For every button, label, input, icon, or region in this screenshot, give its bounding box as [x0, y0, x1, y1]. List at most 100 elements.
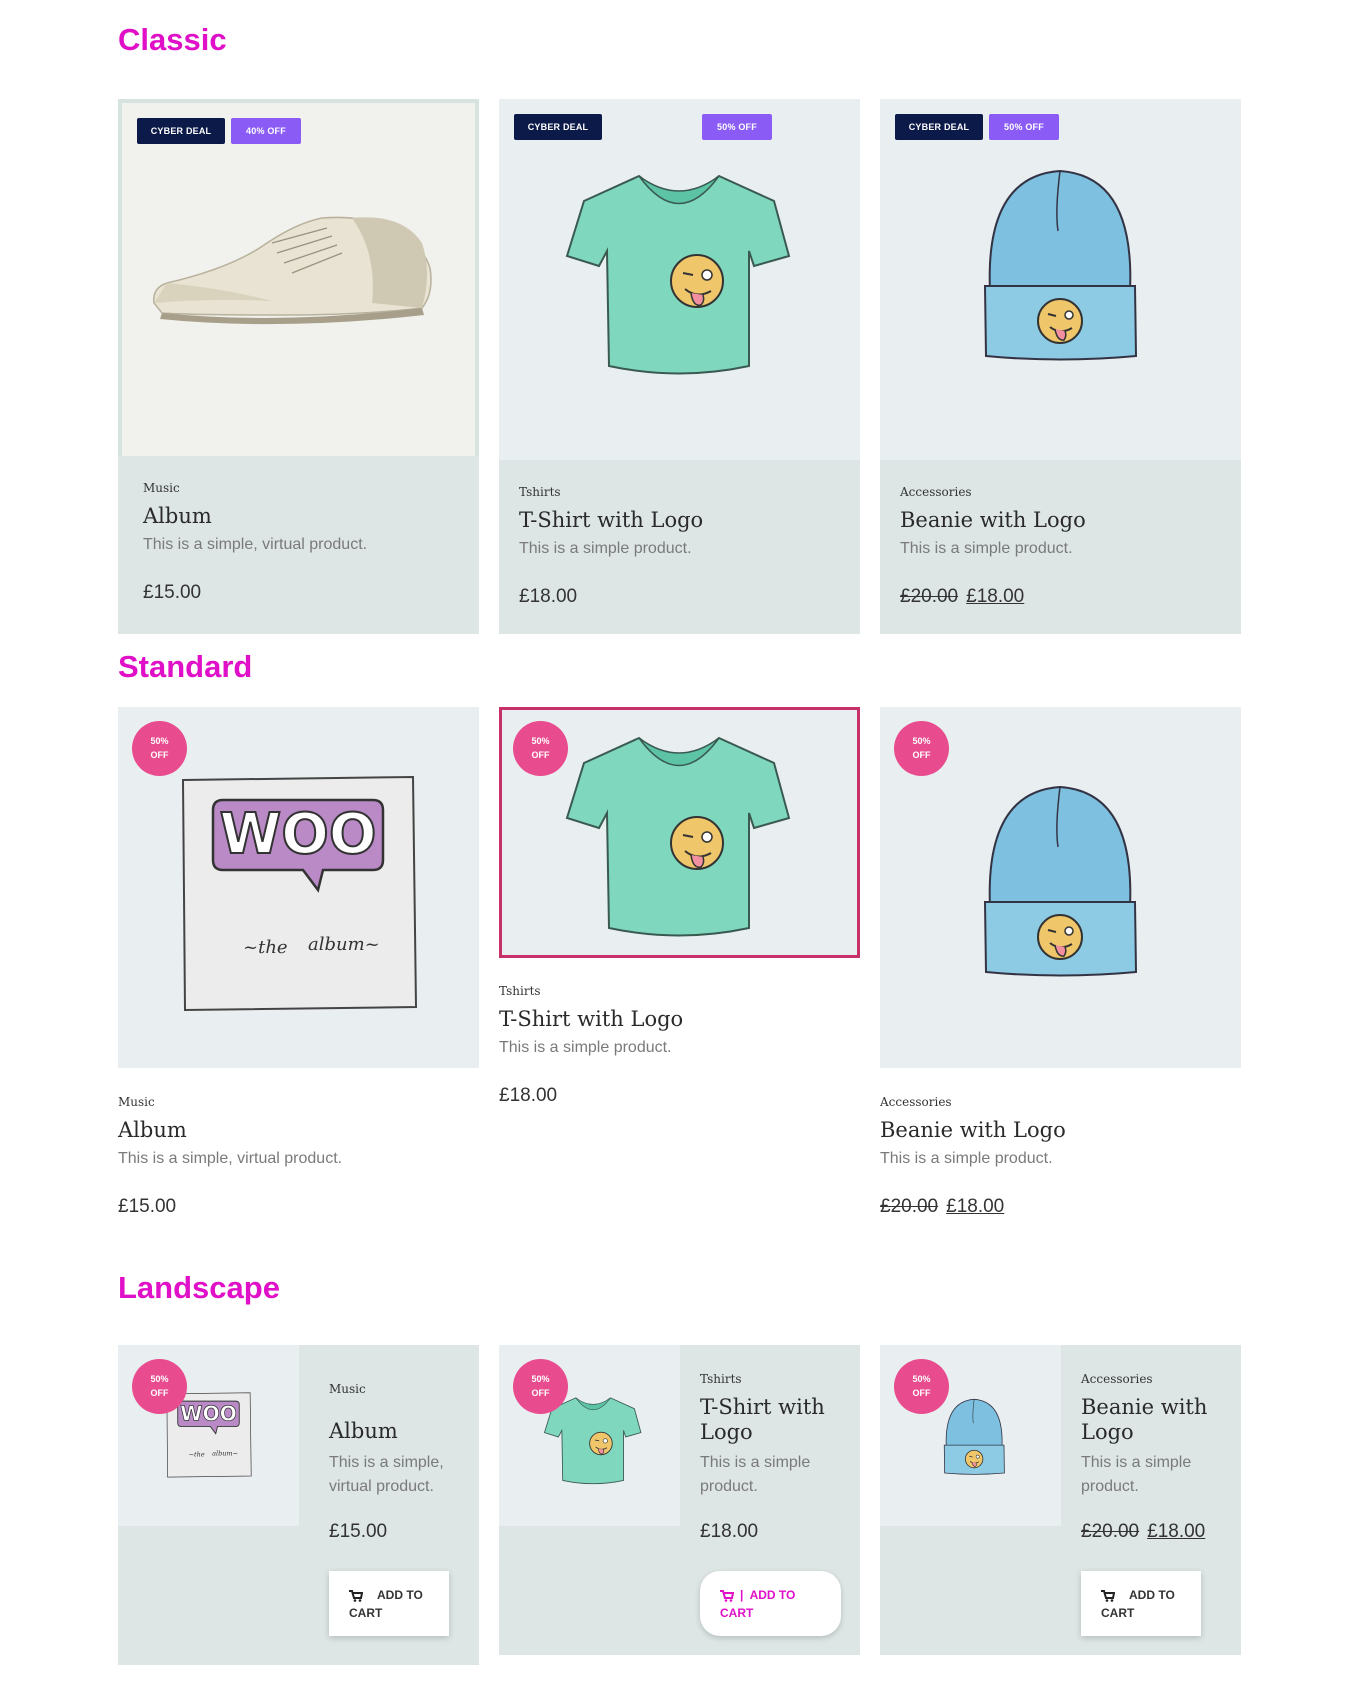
product-title[interactable]: Beanie with Logo — [900, 508, 1086, 532]
product-title-line: T-Shirt with — [700, 1395, 825, 1419]
product-title-line: Logo — [1081, 1420, 1134, 1444]
product-card-beanie[interactable]: 50% OFF Accessories Beanie with Logo This … — [880, 1345, 1241, 1655]
product-category: Music — [143, 481, 180, 495]
product-card-tshirt[interactable]: 50% OFF Tshirts T-Shirt with Logo This is … — [499, 1345, 860, 1655]
product-image-beanie[interactable] — [880, 99, 1241, 460]
product-title[interactable]: Album — [118, 1118, 187, 1142]
product-image-shoe[interactable] — [118, 99, 479, 460]
sale-badge: 50% OFF — [132, 721, 187, 776]
price-old: £20.00 — [900, 586, 959, 607]
price-sale: £18.00 — [946, 1196, 1005, 1217]
product-info: Accessories Beanie with Logo This is a s… — [880, 460, 1241, 634]
product-price: £20.00 £18.00 — [1081, 1521, 1205, 1543]
product-price: £18.00 — [519, 586, 578, 607]
product-title[interactable]: Beanie with Logo — [1081, 1395, 1207, 1445]
product-category: Accessories — [900, 485, 972, 499]
product-info: Music Album This is a simple, virtual pr… — [118, 456, 479, 634]
sale-badge-pct: 50% — [912, 735, 931, 746]
product-description: This is a simple, virtual product. — [143, 536, 368, 553]
product-category: Tshirts — [700, 1372, 742, 1386]
cart-icon — [1101, 1589, 1115, 1602]
tshirt-icon — [566, 175, 790, 375]
sale-badge: 50% OFF — [513, 721, 568, 776]
price-old: £20.00 — [880, 1196, 939, 1217]
cyber-deal-badge: CYBER DEAL — [514, 114, 602, 140]
discount-badge: 50% OFF — [702, 114, 772, 140]
product-description-line: product. — [700, 1478, 758, 1495]
price-sale: £18.00 — [1147, 1521, 1206, 1542]
add-to-cart-label: ADD TO — [1129, 1588, 1175, 1602]
product-description: This is a simple product. — [499, 1039, 672, 1056]
sale-badge-pct: 50% — [150, 1373, 169, 1384]
product-description: This is a simple, virtual product. — [329, 1451, 444, 1499]
add-to-cart-button[interactable]: ADD TO CART — [329, 1571, 449, 1636]
product-title[interactable]: Album — [329, 1419, 398, 1443]
product-title[interactable]: Album — [143, 504, 212, 528]
product-title[interactable]: T-Shirt with Logo — [700, 1395, 825, 1445]
shoe-image — [153, 216, 432, 325]
product-card-beanie[interactable]: 50% OFF Accessories Beanie with Logo This… — [880, 707, 1241, 1227]
product-title[interactable]: T-Shirt with Logo — [519, 508, 703, 532]
sale-badge-off: OFF — [912, 1387, 931, 1398]
product-title-line: Logo — [700, 1420, 753, 1444]
section-title-classic: Classic — [118, 22, 227, 57]
product-card-album[interactable]: 50% OFF Music Album This is a simple, vir… — [118, 707, 479, 1227]
product-category: Accessories — [880, 1095, 952, 1109]
cart-icon — [720, 1589, 734, 1602]
product-description: This is a simple product. — [880, 1150, 1053, 1167]
product-description-line: This is a simple — [1081, 1454, 1192, 1471]
product-category: Tshirts — [519, 485, 561, 499]
product-description: This is a simple, virtual product. — [118, 1150, 343, 1167]
product-description: This is a simple product. — [900, 540, 1073, 557]
add-to-cart-label: ADD TO — [377, 1588, 423, 1602]
product-category: Music — [118, 1095, 155, 1109]
product-price: £15.00 — [143, 582, 202, 603]
sale-badge-off: OFF — [531, 1387, 550, 1398]
product-info: Tshirts T-Shirt with Logo This is a simp… — [499, 460, 860, 634]
cyber-deal-badge: CYBER DEAL — [895, 114, 983, 140]
product-description-line: product. — [1081, 1478, 1139, 1495]
product-category: Tshirts — [499, 984, 541, 998]
product-image-tshirt[interactable] — [499, 99, 860, 460]
add-to-cart-label: | ADD TO — [740, 1588, 796, 1602]
price-sale: £18.00 — [966, 586, 1025, 607]
product-description-line: This is a simple, — [329, 1454, 444, 1471]
sale-badge-pct: 50% — [912, 1373, 931, 1384]
product-description: This is a simple product. — [700, 1451, 810, 1499]
product-price: £15.00 — [329, 1521, 388, 1542]
product-card-tshirt[interactable]: CYBER DEAL 50% OFF Tshirts T-Shirt with … — [499, 99, 860, 634]
sale-badge: 50% OFF — [513, 1359, 568, 1414]
product-card-album[interactable]: 50% OFF Music Album This is a simple, virt… — [118, 1345, 479, 1665]
add-to-cart-label: CART — [1101, 1606, 1135, 1620]
sale-badge-pct: 50% — [531, 1373, 550, 1384]
sale-badge: 50% OFF — [132, 1359, 187, 1414]
section-title-standard: Standard — [118, 649, 253, 684]
product-price: £15.00 — [118, 1196, 177, 1217]
discount-badge: 50% OFF — [989, 114, 1059, 140]
product-category: Music — [329, 1382, 366, 1396]
sale-badge-off: OFF — [150, 1387, 169, 1398]
product-title[interactable]: T-Shirt with Logo — [499, 1007, 683, 1031]
product-description: This is a simple product. — [1081, 1451, 1191, 1499]
section-title-landscape: Landscape — [118, 1270, 280, 1305]
sale-badge: 50% OFF — [894, 721, 949, 776]
product-card-tshirt[interactable]: 50% OFF Tshirts T-Shirt with Logo This is… — [499, 707, 860, 1127]
product-card-album[interactable]: CYBER DEAL 40% OFF Music Album This is a… — [118, 99, 479, 634]
product-description: This is a simple product. — [519, 540, 692, 557]
product-description-line: This is a simple — [700, 1454, 811, 1471]
product-price: £18.00 — [499, 1085, 558, 1106]
add-to-cart-button[interactable]: ADD TO CART — [1081, 1571, 1201, 1636]
add-to-cart-label: CART — [720, 1606, 754, 1620]
product-price: £20.00 £18.00 — [900, 586, 1024, 608]
product-price: £20.00 £18.00 — [880, 1196, 1004, 1218]
sale-badge-off: OFF — [912, 749, 931, 760]
cyber-deal-badge: CYBER DEAL — [137, 118, 225, 144]
sale-badge-off: OFF — [531, 749, 550, 760]
sale-badge-pct: 50% — [150, 735, 169, 746]
product-card-beanie[interactable]: CYBER DEAL 50% OFF Accessories Beanie wi… — [880, 99, 1241, 634]
cart-icon — [349, 1589, 363, 1602]
add-to-cart-label: CART — [349, 1606, 383, 1620]
beanie-icon — [984, 170, 1137, 361]
add-to-cart-button[interactable]: | ADD TO CART — [700, 1571, 841, 1636]
product-title[interactable]: Beanie with Logo — [880, 1118, 1066, 1142]
